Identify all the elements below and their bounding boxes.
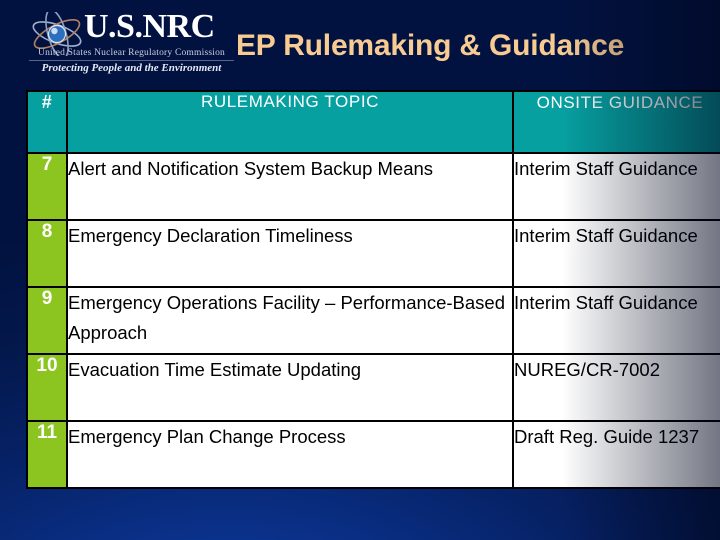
table-row: 9 Emergency Operations Facility – Perfor… (26, 286, 720, 355)
row-number: 10 (26, 353, 68, 422)
nrc-logo: U.S.NRC United States Nuclear Regulatory… (26, 6, 236, 80)
row-number: 7 (26, 152, 68, 221)
row-topic: Evacuation Time Estimate Updating (66, 353, 514, 422)
table-row: 7 Alert and Notification System Backup M… (26, 152, 720, 221)
logo-wordmark: U.S.NRC (84, 8, 215, 45)
row-guidance: NUREG/CR-7002 (512, 353, 720, 422)
row-number: 11 (26, 420, 68, 489)
column-header-number: # (26, 90, 68, 154)
column-header-topic: RULEMAKING TOPIC (66, 90, 514, 154)
table-row: 10 Evacuation Time Estimate Updating NUR… (26, 353, 720, 422)
slide-canvas: U.S.NRC United States Nuclear Regulatory… (0, 0, 720, 540)
row-guidance: Draft Reg. Guide 1237 (512, 420, 720, 489)
column-header-guidance: ONSITE GUIDANCE (512, 90, 720, 154)
row-guidance: Interim Staff Guidance (512, 286, 720, 355)
logo-agency-name: United States Nuclear Regulatory Commiss… (29, 48, 234, 61)
row-topic: Emergency Plan Change Process (66, 420, 514, 489)
logo-tagline: Protecting People and the Environment (41, 62, 222, 74)
row-topic: Emergency Operations Facility – Performa… (66, 286, 514, 355)
rulemaking-topics-table: # RULEMAKING TOPIC ONSITE GUIDANCE 7 Ale… (26, 90, 720, 489)
row-topic: Alert and Notification System Backup Mea… (66, 152, 514, 221)
table-row: 8 Emergency Declaration Timeliness Inter… (26, 219, 720, 288)
row-number: 8 (26, 219, 68, 288)
row-topic: Emergency Declaration Timeliness (66, 219, 514, 288)
row-number: 9 (26, 286, 68, 355)
row-guidance: Interim Staff Guidance (512, 152, 720, 221)
table-row: 11 Emergency Plan Change Process Draft R… (26, 420, 720, 489)
table-body: 7 Alert and Notification System Backup M… (26, 152, 720, 489)
table-header: # RULEMAKING TOPIC ONSITE GUIDANCE (26, 90, 720, 154)
page-title: EP Rulemaking & Guidance (236, 29, 625, 62)
table-header-row: # RULEMAKING TOPIC ONSITE GUIDANCE (26, 90, 720, 154)
row-guidance: Interim Staff Guidance (512, 219, 720, 288)
